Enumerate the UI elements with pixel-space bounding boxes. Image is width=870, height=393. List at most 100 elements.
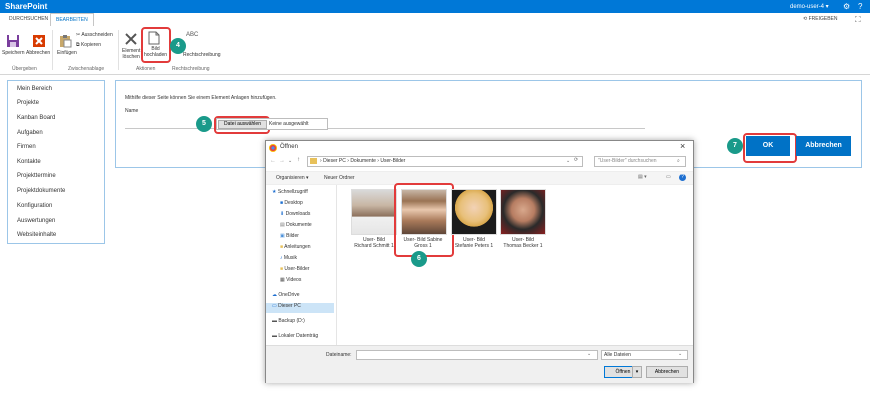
left-navigation: Mein Bereich Projekte Kanban Board Aufga… bbox=[7, 80, 105, 244]
filename-input[interactable]: ⌄ bbox=[356, 350, 598, 360]
document-icon[interactable] bbox=[148, 31, 160, 45]
save-icon[interactable] bbox=[6, 34, 20, 48]
search-placeholder: "User-Bilder" durchsuchen bbox=[598, 158, 657, 164]
nav-item-project-documents[interactable]: Projektdokumente bbox=[17, 188, 65, 194]
file-item[interactable]: User- Bild Stefanie Peters 1 bbox=[446, 189, 502, 255]
new-folder-button[interactable]: Neuer Ordner bbox=[324, 175, 355, 181]
tree-label: User-Bilder bbox=[284, 266, 310, 272]
filename-label: Dateiname: bbox=[326, 352, 352, 358]
nav-item-tasks[interactable]: Aufgaben bbox=[17, 130, 43, 136]
file-item[interactable]: User- Bild Sabine Gross 1 bbox=[397, 189, 449, 255]
refresh-icon[interactable]: ⟳ bbox=[574, 157, 578, 163]
delete-label-2: löschen bbox=[122, 54, 140, 60]
file-input[interactable]: Datei auswählen Keine ausgewählt bbox=[216, 118, 328, 130]
address-dropdown-icon[interactable]: ⌄ bbox=[566, 158, 570, 164]
close-icon[interactable]: × bbox=[680, 141, 685, 151]
tree-guides[interactable]: ■ Anleitungen bbox=[280, 244, 311, 250]
tree-label: Lokaler Datenträg bbox=[278, 333, 319, 339]
tree-label: Anleitungen bbox=[284, 244, 311, 250]
file-name-line2: Gross 1 bbox=[414, 243, 432, 249]
step-badge-6: 6 bbox=[411, 251, 427, 267]
tree-quick-access[interactable]: ★ Schnellzugriff bbox=[272, 189, 308, 195]
view-options-icon[interactable]: ▤ ▾ bbox=[638, 174, 647, 180]
tree-local-drive[interactable]: ▬ Lokaler Datenträg bbox=[272, 333, 318, 339]
tree-label: Desktop bbox=[284, 200, 303, 206]
tree-music[interactable]: ♪ Musik bbox=[280, 255, 297, 261]
tree-videos[interactable]: ▦ Videos bbox=[280, 277, 301, 283]
file-item[interactable]: User- Bild Thomas Becker 1 bbox=[495, 189, 551, 255]
gear-icon[interactable]: ⚙ bbox=[843, 2, 850, 11]
address-bar[interactable]: › Dieser PC › Dokumente › User-Bilder ⌄ … bbox=[307, 156, 583, 167]
choose-file-button[interactable]: Datei auswählen bbox=[218, 120, 267, 129]
delete-icon[interactable] bbox=[124, 32, 138, 46]
focus-icon[interactable]: ⛶ bbox=[855, 15, 861, 25]
tree-user-pictures[interactable]: ■ User-Bilder bbox=[280, 266, 309, 272]
cut-button[interactable]: ✂ Ausschneiden bbox=[76, 32, 113, 38]
nav-item-site-contents[interactable]: Websiteinhalte bbox=[17, 232, 56, 238]
spelling-icon[interactable]: ABC bbox=[186, 32, 198, 38]
nav-item-configuration[interactable]: Konfiguration bbox=[17, 203, 52, 209]
preview-pane-icon[interactable]: ▭ bbox=[666, 174, 671, 180]
dialog-toolbar: Organisieren ▾ Neuer Ordner ▤ ▾ ▭ ? bbox=[266, 171, 693, 185]
search-input[interactable]: "User-Bilder" durchsuchen ⌕ bbox=[594, 156, 686, 167]
tree-label: Dokumente bbox=[286, 222, 312, 228]
tree-this-pc[interactable]: ▭ Dieser PC bbox=[266, 303, 334, 313]
nav-item-my-area[interactable]: Mein Bereich bbox=[17, 86, 52, 92]
copy-button[interactable]: ⧉ Kopieren bbox=[76, 42, 101, 48]
tab-edit[interactable]: BEARBEITEN bbox=[50, 13, 94, 27]
save-button[interactable]: Speichern bbox=[2, 50, 25, 56]
tree-backup-drive[interactable]: ▬ Backup (D:) bbox=[272, 318, 305, 324]
open-dropdown-button[interactable]: ▾ bbox=[632, 366, 642, 378]
cancel-button[interactable]: Abbrechen bbox=[796, 136, 851, 156]
no-file-text: Keine ausgewählt bbox=[269, 121, 309, 127]
paste-button[interactable]: Einfügen bbox=[57, 50, 77, 56]
breadcrumb-this-pc[interactable]: Dieser PC bbox=[323, 158, 346, 164]
dialog-cancel-button[interactable]: Abbrechen bbox=[646, 366, 688, 378]
tree-label: Dieser PC bbox=[278, 303, 301, 309]
cancel-ribbon-button[interactable]: Abbrechen bbox=[26, 50, 50, 56]
user-menu[interactable]: demo-user-4 ▾ bbox=[790, 3, 829, 10]
photo-thumbnail bbox=[451, 189, 497, 235]
organize-button[interactable]: Organisieren ▾ bbox=[276, 175, 309, 181]
nav-item-contacts[interactable]: Kontakte bbox=[17, 159, 41, 165]
nav-item-companies[interactable]: Firmen bbox=[17, 144, 36, 150]
ok-button[interactable]: OK bbox=[746, 136, 790, 156]
nav-item-projects[interactable]: Projekte bbox=[17, 100, 39, 106]
breadcrumb-documents[interactable]: Dokumente bbox=[350, 158, 376, 164]
group-commit-label: Übergeben bbox=[12, 66, 37, 72]
help-icon[interactable]: ? bbox=[679, 174, 686, 181]
up-icon[interactable]: ↑ bbox=[297, 157, 300, 163]
history-dropdown-icon[interactable]: ⌄ bbox=[288, 158, 292, 164]
upload-label-2: hochladen bbox=[144, 52, 168, 58]
tree-label: Videos bbox=[286, 277, 302, 283]
forward-icon[interactable]: → bbox=[279, 158, 285, 164]
upload-picture-button[interactable]: Bild hochladen bbox=[144, 46, 167, 58]
tree-pictures[interactable]: ▣ Bilder bbox=[280, 233, 299, 239]
tree-documents[interactable]: ▤ Dokumente bbox=[280, 222, 312, 228]
spelling-button[interactable]: Rechtschreibung bbox=[183, 52, 221, 58]
nav-item-project-dates[interactable]: Projekttermine bbox=[17, 173, 56, 179]
photo-thumbnail bbox=[401, 189, 447, 235]
chrome-icon bbox=[269, 144, 277, 152]
file-name-line2: Richard Schmitt 1 bbox=[354, 243, 394, 249]
breadcrumb-user-pictures[interactable]: User-Bilder bbox=[380, 158, 405, 164]
tab-browse[interactable]: DURCHSUCHEN bbox=[4, 13, 53, 26]
dialog-title: Öffnen bbox=[280, 144, 298, 150]
tree-onedrive[interactable]: ☁ OneDrive bbox=[272, 292, 300, 298]
nav-item-reports[interactable]: Auswertungen bbox=[17, 218, 55, 224]
folder-icon bbox=[310, 158, 317, 164]
cancel-icon[interactable] bbox=[32, 34, 46, 48]
nav-item-kanban[interactable]: Kanban Board bbox=[17, 115, 55, 121]
file-type-select[interactable]: Alle Dateien ⌄ bbox=[601, 350, 688, 360]
help-icon[interactable]: ? bbox=[858, 2, 862, 11]
file-caption: User- Bild Stefanie Peters 1 bbox=[448, 237, 500, 249]
paste-icon[interactable] bbox=[58, 34, 72, 48]
ribbon-divider bbox=[118, 30, 119, 70]
app-title[interactable]: SharePoint bbox=[5, 2, 47, 11]
tree-downloads[interactable]: ⬇ Downloads bbox=[280, 211, 310, 217]
share-button[interactable]: ⟲ FREIGEBEN bbox=[803, 16, 838, 22]
step-badge-5: 5 bbox=[196, 116, 212, 132]
back-icon[interactable]: ← bbox=[270, 158, 276, 164]
delete-item-button[interactable]: Element löschen bbox=[122, 48, 140, 60]
tree-desktop[interactable]: ■ Desktop bbox=[280, 200, 303, 206]
